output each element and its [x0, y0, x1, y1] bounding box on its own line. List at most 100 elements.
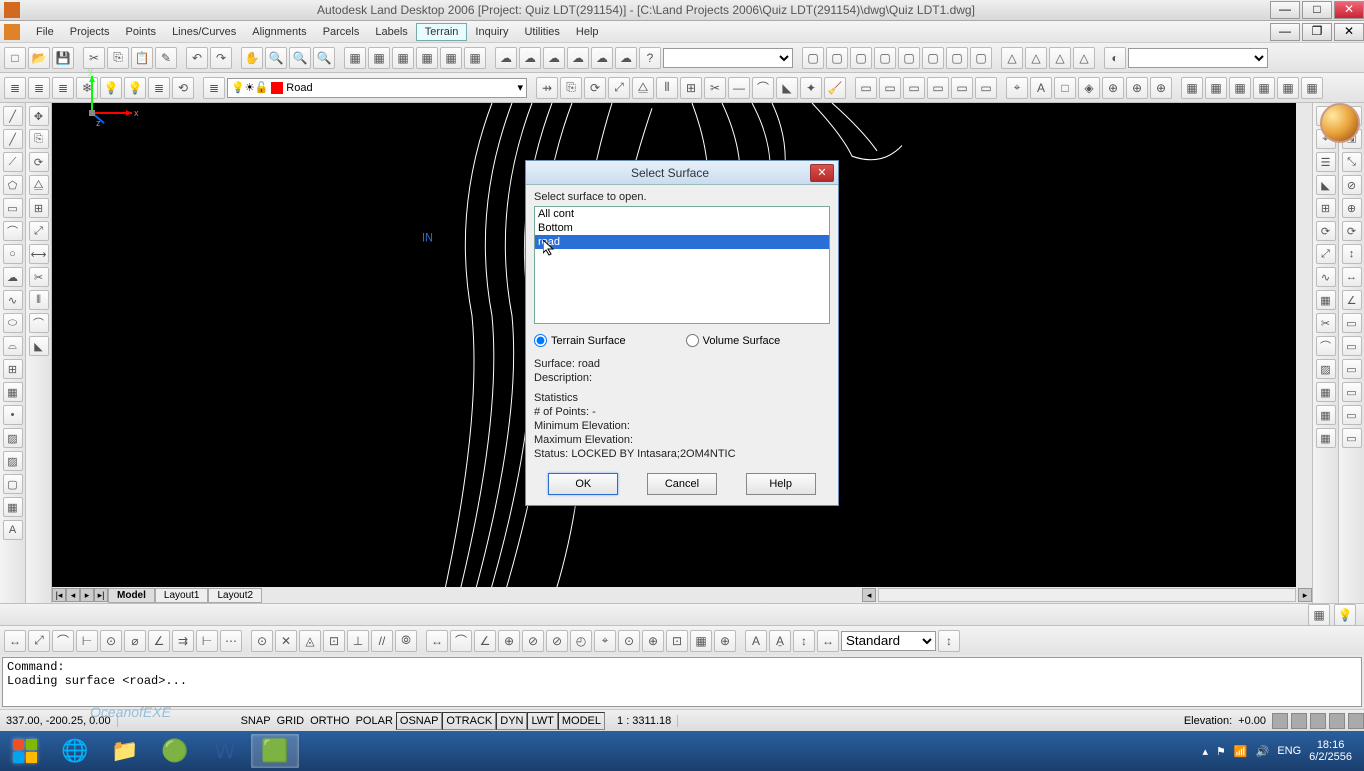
inq-5[interactable]: ⊘ [522, 630, 544, 652]
task-ie[interactable]: 🌐 [51, 734, 99, 768]
inq-10[interactable]: ⊕ [642, 630, 664, 652]
quickcalc-button[interactable]: ▦ [464, 47, 486, 69]
polygon-tool[interactable]: ⬠ [3, 175, 23, 195]
layer-prop-button[interactable]: ≣ [4, 77, 26, 99]
txt-1[interactable]: A [745, 630, 767, 652]
tab-layout1[interactable]: Layout1 [155, 588, 209, 603]
menu-terrain[interactable]: Terrain [416, 23, 468, 41]
designcenter-button[interactable]: ▦ [368, 47, 390, 69]
match-button[interactable]: ✎ [155, 47, 177, 69]
dim-quick-button[interactable]: ⇉ [172, 630, 194, 652]
menu-lines-curves[interactable]: Lines/Curves [164, 24, 244, 40]
menu-inquiry[interactable]: Inquiry [467, 24, 516, 40]
ok-button[interactable]: OK [548, 473, 618, 495]
r2-tool-5[interactable]: ⊕ [1342, 198, 1362, 218]
osnap-5[interactable]: ⊥ [347, 630, 369, 652]
task-explorer[interactable]: 📁 [101, 734, 149, 768]
hatch-tool[interactable]: ▨ [3, 428, 23, 448]
mode-snap[interactable]: SNAP [238, 713, 274, 729]
tray-time[interactable]: 18:16 [1309, 739, 1352, 751]
3d-icon2[interactable]: △ [1025, 47, 1047, 69]
pan-button[interactable]: ✋ [241, 47, 263, 69]
hscroll-left[interactable]: ◂ [862, 588, 876, 602]
r2-tool-7[interactable]: ↕ [1342, 244, 1362, 264]
hscroll-track[interactable] [878, 588, 1296, 602]
comm-icon[interactable] [1272, 713, 1288, 729]
land-icon1[interactable]: ☁ [495, 47, 517, 69]
3d-icon1[interactable]: △ [1001, 47, 1023, 69]
3d-icon4[interactable]: △ [1073, 47, 1095, 69]
inq-4[interactable]: ⊕ [498, 630, 520, 652]
dimstyle-combo[interactable]: Standard [841, 631, 936, 651]
r2-tool-11[interactable]: ▭ [1342, 336, 1362, 356]
surface-listbox[interactable]: All cont Bottom road [534, 206, 830, 324]
menu-alignments[interactable]: Alignments [244, 24, 314, 40]
inq-9[interactable]: ⊙ [618, 630, 640, 652]
txt-2[interactable]: A̱ [769, 630, 791, 652]
mode-osnap[interactable]: OSNAP [396, 712, 443, 730]
redo-button[interactable]: ↷ [210, 47, 232, 69]
r2-tool-13[interactable]: ▭ [1342, 382, 1362, 402]
r2-tool-8[interactable]: ↔ [1342, 267, 1362, 287]
start-button[interactable] [0, 731, 50, 771]
tray-vol-icon[interactable]: 🔊 [1256, 745, 1270, 758]
array-tool[interactable]: ⊞ [29, 198, 49, 218]
tray-plot-icon[interactable] [1310, 713, 1326, 729]
radio-volume[interactable]: Volume Surface [686, 334, 781, 347]
tab-model[interactable]: Model [108, 588, 155, 603]
mode-grid[interactable]: GRID [274, 713, 308, 729]
r2-tool-3[interactable]: ⤡ [1342, 152, 1362, 172]
copy-button[interactable]: ⎘ [107, 47, 129, 69]
visual-style-combo[interactable] [1128, 48, 1268, 68]
txt-3[interactable]: ↕ [793, 630, 815, 652]
trim-tool[interactable]: ✂ [29, 267, 49, 287]
surface-item-0[interactable]: All cont [535, 207, 829, 221]
rectangle-tool[interactable]: ▭ [3, 198, 23, 218]
hscroll-right[interactable]: ▸ [1298, 588, 1312, 602]
tab-last-button[interactable]: ▸| [94, 588, 108, 602]
mode-dyn[interactable]: DYN [496, 712, 527, 730]
dim-base-button[interactable]: ⊢ [196, 630, 218, 652]
revcloud-tool[interactable]: ☁ [3, 267, 23, 287]
app-icon-small[interactable] [4, 24, 20, 40]
osnap-1[interactable]: ⊙ [251, 630, 273, 652]
solid-icon5[interactable]: ▢ [898, 47, 920, 69]
r2-tool-4[interactable]: ⊘ [1342, 175, 1362, 195]
solid-icon3[interactable]: ▢ [850, 47, 872, 69]
block-tool[interactable]: ▦ [3, 382, 23, 402]
insert-tool[interactable]: ⊞ [3, 359, 23, 379]
dialog-titlebar[interactable]: Select Surface ✕ [526, 161, 838, 185]
tray-date[interactable]: 6/2/2556 [1309, 751, 1352, 763]
solid-icon1[interactable]: ▢ [802, 47, 824, 69]
land-icon4[interactable]: ☁ [567, 47, 589, 69]
stretch-tool[interactable]: ⟷ [29, 244, 49, 264]
dim-ang-button[interactable]: ∠ [148, 630, 170, 652]
task-word[interactable]: W [201, 734, 249, 768]
sun-orb-icon[interactable] [1320, 103, 1360, 143]
doc-close-button[interactable]: ✕ [1334, 23, 1364, 41]
close-button[interactable]: ✕ [1334, 1, 1364, 19]
table-tool[interactable]: ▦ [3, 497, 23, 517]
inq-3[interactable]: ∠ [474, 630, 496, 652]
menu-file[interactable]: File [28, 24, 62, 40]
inq-13[interactable]: ⊕ [714, 630, 736, 652]
menu-utilities[interactable]: Utilities [516, 24, 567, 40]
task-autocad[interactable]: 🟩 [251, 734, 299, 768]
r2-tool-10[interactable]: ▭ [1342, 313, 1362, 333]
tray-chevron-icon[interactable]: ▴ [1203, 745, 1209, 758]
tray-max-icon[interactable] [1348, 713, 1364, 729]
menu-labels[interactable]: Labels [367, 24, 415, 40]
menu-help[interactable]: Help [568, 24, 607, 40]
menu-points[interactable]: Points [117, 24, 164, 40]
layer-iso-button[interactable]: ≣ [52, 77, 74, 99]
layer-states-button[interactable]: ≣ [28, 77, 50, 99]
doc-restore-button[interactable]: ❐ [1302, 23, 1332, 41]
ellipse-arc-tool[interactable]: ⌓ [3, 336, 23, 356]
task-chrome[interactable]: 🟢 [151, 734, 199, 768]
land-icon2[interactable]: ☁ [519, 47, 541, 69]
mirror-tool[interactable]: ⧋ [29, 175, 49, 195]
sheetset-button[interactable]: ▦ [416, 47, 438, 69]
osnap-2[interactable]: ✕ [275, 630, 297, 652]
osnap-6[interactable]: // [371, 630, 393, 652]
mode-model[interactable]: MODEL [558, 712, 605, 730]
